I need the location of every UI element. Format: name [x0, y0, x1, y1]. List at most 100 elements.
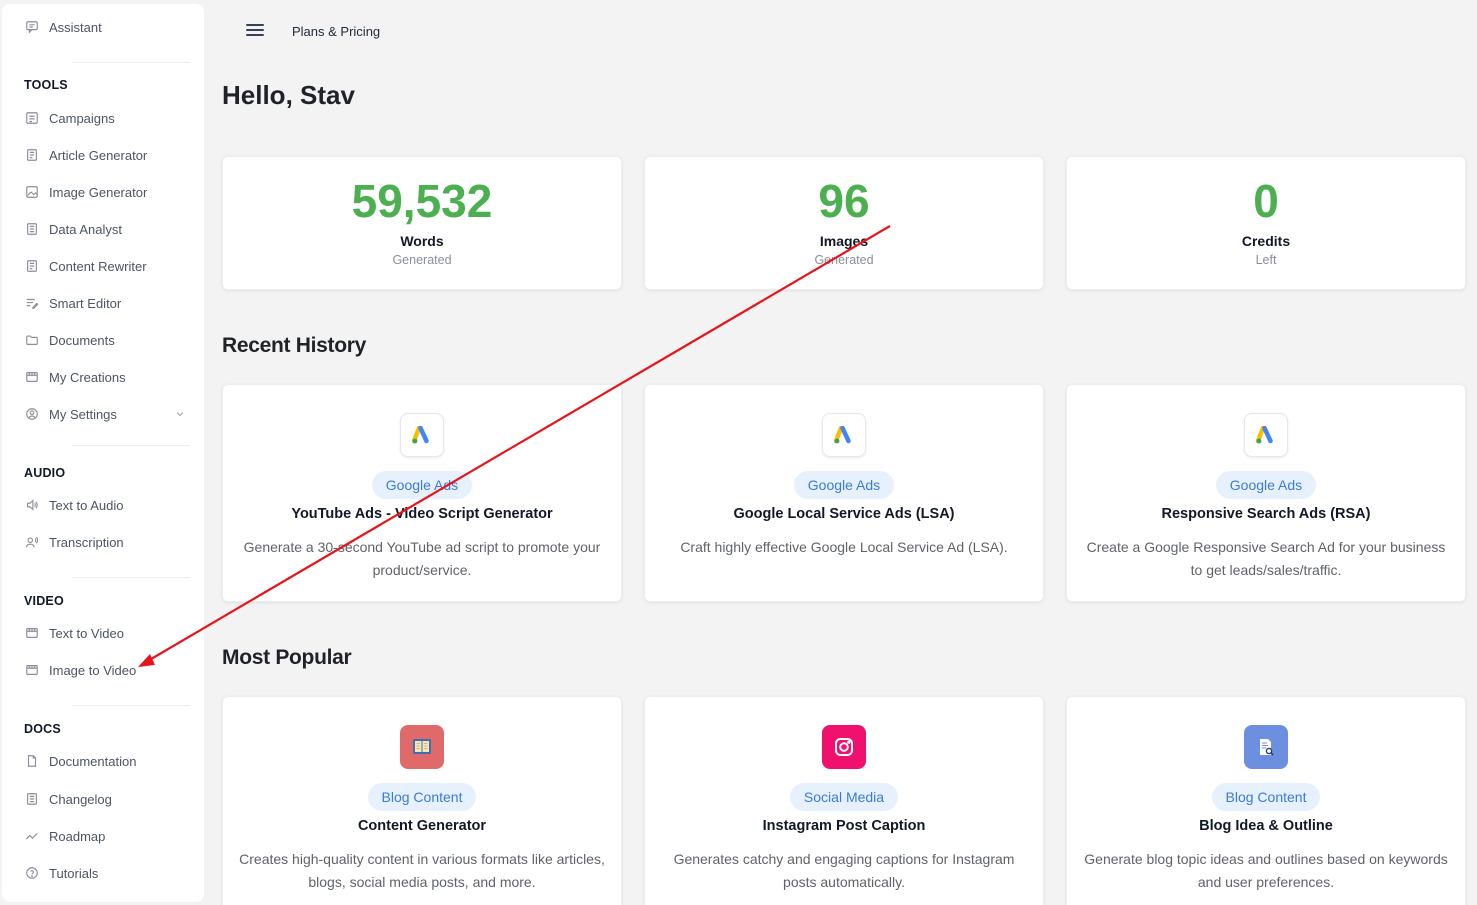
voice-user-icon: [24, 534, 40, 550]
sidebar-item-label: Transcription: [49, 534, 124, 550]
sidebar-item-roadmap[interactable]: Roadmap: [24, 825, 194, 847]
sidebar-item-my-creations[interactable]: My Creations: [24, 366, 194, 388]
category-badge: Google Ads: [371, 471, 473, 499]
tool-title: Instagram Post Caption: [762, 818, 926, 834]
sidebar-item-text-to-audio[interactable]: Text to Audio: [24, 494, 194, 516]
stat-card-words: 59,532 Words Generated: [222, 156, 622, 290]
tool-card-blog-idea-outline[interactable]: Blog Content Blog Idea & Outline Generat…: [1066, 696, 1466, 905]
sidebar-item-label: Roadmap: [49, 828, 106, 844]
chevron-down-icon[interactable]: [174, 408, 186, 420]
section-title-docs: DOCS: [24, 722, 61, 736]
sidebar-item-label: My Settings: [49, 406, 117, 422]
sidebar-item-content-rewriter[interactable]: Content Rewriter: [24, 255, 194, 277]
campaigns-icon: [24, 110, 40, 126]
category-badge: Blog Content: [367, 783, 477, 811]
stat-label: Words: [400, 233, 444, 249]
google-ads-icon: [822, 413, 866, 457]
tool-title: YouTube Ads - Video Script Generator: [291, 506, 553, 522]
tool-title: Blog Idea & Outline: [1199, 818, 1333, 834]
page-title: Hello, Stav: [222, 80, 355, 110]
film-icon: [24, 369, 40, 385]
sidebar-item-image-to-video[interactable]: Image to Video: [24, 659, 194, 681]
section-title-tools: TOOLS: [24, 78, 68, 92]
sidebar-item-label: Image to Video: [49, 662, 137, 678]
sidebar-item-campaigns[interactable]: Campaigns: [24, 107, 194, 129]
divider: [72, 577, 190, 578]
sidebar-item-label: Content Rewriter: [49, 258, 147, 274]
sidebar-item-data-analyst[interactable]: Data Analyst: [24, 218, 194, 240]
chat-icon: [24, 19, 40, 35]
sidebar-item-label: Smart Editor: [49, 295, 122, 311]
stat-sub: Generated: [392, 253, 452, 267]
stat-card-credits: 0 Credits Left: [1066, 156, 1466, 290]
sidebar-item-changelog[interactable]: Changelog: [24, 788, 194, 810]
sidebar-item-label: Documents: [49, 332, 115, 348]
sidebar-item-smart-editor[interactable]: Smart Editor: [24, 292, 194, 314]
sidebar-item-article-generator[interactable]: Article Generator: [24, 144, 194, 166]
document-search-icon: [1244, 725, 1288, 769]
image-icon: [24, 184, 40, 200]
sidebar-item-label: Text to Audio: [49, 497, 124, 513]
stat-label: Images: [819, 233, 869, 249]
sidebar-item-transcription[interactable]: Transcription: [24, 531, 194, 553]
film-icon: [24, 625, 40, 641]
tool-description: Generates catchy and engaging captions f…: [673, 851, 1015, 890]
divider: [72, 445, 190, 446]
folder-icon: [24, 332, 40, 348]
sidebar-item-documentation[interactable]: Documentation: [24, 750, 194, 772]
tool-card-google-lsa[interactable]: Google Ads Google Local Service Ads (LSA…: [644, 384, 1044, 602]
tool-card-google-rsa[interactable]: Google Ads Responsive Search Ads (RSA) C…: [1066, 384, 1466, 602]
sidebar-item-label: Article Generator: [49, 147, 148, 163]
tool-description: Craft highly effective Google Local Serv…: [680, 539, 1008, 555]
tool-title: Responsive Search Ads (RSA): [1161, 506, 1371, 522]
section-title-video: VIDEO: [24, 594, 64, 608]
trend-icon: [24, 828, 40, 844]
tool-description: Generate blog topic ideas and outlines b…: [1084, 851, 1448, 890]
speaker-icon: [24, 497, 40, 513]
sidebar-item-label: Assistant: [49, 19, 102, 35]
sidebar-item-label: My Creations: [49, 369, 126, 385]
stat-value: 0: [1253, 175, 1279, 227]
document-icon: [24, 753, 40, 769]
divider: [72, 62, 190, 63]
stat-label: Credits: [1241, 233, 1291, 249]
book-icon: [400, 725, 444, 769]
stat-value: 59,532: [351, 175, 493, 227]
sidebar-item-label: Documentation: [49, 753, 137, 769]
tool-title: Google Local Service Ads (LSA): [733, 506, 955, 522]
stat-value: 96: [818, 175, 870, 227]
tool-card-content-generator[interactable]: Blog Content Content Generator Creates h…: [222, 696, 622, 905]
sidebar: Assistant TOOLS Campaigns Article Genera…: [2, 4, 204, 902]
tool-description: Generate a 30-second YouTube ad script t…: [243, 539, 601, 578]
category-badge: Social Media: [789, 783, 899, 811]
stat-sub: Generated: [814, 253, 874, 267]
breadcrumb-plans-pricing[interactable]: Plans & Pricing: [292, 24, 380, 39]
most-popular-heading: Most Popular: [222, 646, 352, 669]
list-icon: [24, 791, 40, 807]
sidebar-item-label: Tutorials: [49, 865, 99, 881]
tool-card-youtube-ads[interactable]: Google Ads YouTube Ads - Video Script Ge…: [222, 384, 622, 602]
sidebar-item-assistant[interactable]: Assistant: [24, 16, 194, 38]
instagram-icon: [822, 725, 866, 769]
google-ads-icon: [1244, 413, 1288, 457]
sidebar-item-label: Text to Video: [49, 625, 124, 641]
recent-history-heading: Recent History: [222, 334, 367, 357]
article-icon: [24, 147, 40, 163]
sidebar-item-label: Changelog: [49, 791, 112, 807]
sidebar-item-my-settings[interactable]: My Settings: [24, 403, 186, 425]
rewriter-icon: [24, 258, 40, 274]
sidebar-item-tutorials[interactable]: Tutorials: [24, 862, 194, 884]
sidebar-item-label: Image Generator: [49, 184, 148, 200]
sidebar-item-documents[interactable]: Documents: [24, 329, 194, 351]
sidebar-item-image-generator[interactable]: Image Generator: [24, 181, 194, 203]
menu-toggle-icon[interactable]: [246, 24, 264, 40]
sidebar-item-text-to-video[interactable]: Text to Video: [24, 622, 194, 644]
stat-card-images: 96 Images Generated: [644, 156, 1044, 290]
film-icon: [24, 662, 40, 678]
google-ads-icon: [400, 413, 444, 457]
divider: [72, 705, 190, 706]
tool-card-instagram-caption[interactable]: Social Media Instagram Post Caption Gene…: [644, 696, 1044, 905]
user-circle-icon: [24, 406, 40, 422]
editor-icon: [24, 295, 40, 311]
help-circle-icon: [24, 865, 40, 881]
